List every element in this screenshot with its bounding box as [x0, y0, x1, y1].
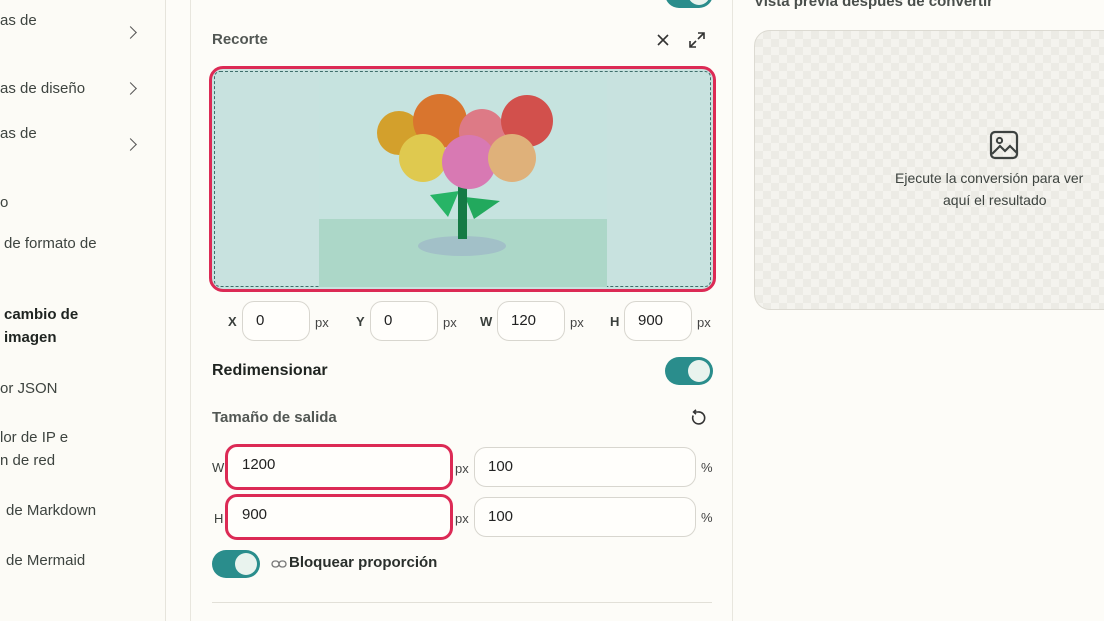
output-width-px-input[interactable]: 1200	[225, 444, 453, 490]
preview-area: Ejecute la conversión para ver aquí el r…	[754, 30, 1104, 310]
chevron-right-icon	[124, 26, 137, 39]
sidebar-item-label: de formato de	[4, 235, 97, 252]
crop-title: Recorte	[212, 31, 268, 48]
link-icon	[271, 557, 287, 569]
sidebar-item-9[interactable]: de Markdown	[6, 499, 96, 522]
crop-y-input[interactable]: 0	[370, 301, 438, 341]
width-px-unit: px	[455, 461, 469, 476]
sidebar-item-8[interactable]: lor de IP e n de red	[0, 426, 68, 472]
top-toggle[interactable]	[665, 0, 713, 8]
sidebar-item-label: de Mermaid	[6, 552, 86, 569]
image-icon	[989, 130, 1019, 160]
crop-w-axis-label: W	[480, 314, 493, 329]
crop-x-unit: px	[315, 315, 329, 330]
resize-toggle[interactable]	[665, 357, 713, 385]
flower-image	[319, 73, 607, 287]
sidebar-item-4[interactable]: o	[0, 191, 8, 214]
reset-icon[interactable]	[689, 409, 707, 427]
crop-w-input[interactable]: 120	[497, 301, 565, 341]
lock-ratio-label: Bloquear proporción	[289, 554, 438, 571]
output-width-percent-input[interactable]: 100	[474, 447, 696, 487]
sidebar-item-7[interactable]: or JSON	[0, 377, 58, 400]
sidebar-item-label: lor de IP e	[0, 429, 69, 446]
width-axis-label: W	[212, 460, 225, 475]
crop-h-axis-label: H	[610, 314, 620, 329]
chevron-right-icon	[124, 138, 137, 151]
sidebar-item-1[interactable]: as de	[0, 9, 37, 32]
sidebar-item-label: o	[0, 194, 9, 211]
crop-area[interactable]	[209, 66, 716, 292]
width-percent-unit: %	[701, 460, 713, 475]
crop-y-axis-label: Y	[356, 314, 365, 329]
crop-h-input[interactable]: 900	[624, 301, 692, 341]
crop-h-unit: px	[697, 315, 711, 330]
sidebar-item-6-active[interactable]: cambio de imagen	[4, 303, 78, 349]
output-size-title: Tamaño de salida	[212, 409, 337, 426]
preview-placeholder-line2: aquí el resultado	[943, 192, 1047, 208]
sidebar-item-label: imagen	[4, 329, 57, 346]
preview-placeholder-line1: Ejecute la conversión para ver	[895, 170, 1084, 186]
crop-x-input[interactable]: 0	[242, 301, 310, 341]
sidebar-item-5[interactable]: de formato de	[4, 232, 97, 255]
lock-ratio-toggle[interactable]	[212, 550, 260, 578]
expand-icon[interactable]	[688, 31, 706, 49]
output-height-px-input[interactable]: 900	[225, 494, 453, 540]
preview-title: Vista previa después de convertir	[754, 0, 993, 10]
resize-title: Redimensionar	[212, 362, 328, 379]
sidebar-item-label: or JSON	[0, 380, 58, 397]
sidebar: as de as de diseño as de o de formato de…	[0, 0, 166, 621]
toggle-knob	[688, 0, 710, 5]
sidebar-item-label: cambio de	[4, 306, 79, 323]
sidebar-item-10[interactable]: de Mermaid	[6, 549, 85, 572]
toggle-knob	[235, 553, 257, 575]
chevron-right-icon	[124, 82, 137, 95]
crop-y-unit: px	[443, 315, 457, 330]
divider	[212, 602, 712, 603]
sidebar-item-label: n de red	[0, 452, 56, 469]
sidebar-item-label: de Markdown	[6, 502, 97, 519]
crop-x-axis-label: X	[228, 314, 237, 329]
height-px-unit: px	[455, 511, 469, 526]
sidebar-item-label: as de diseño	[0, 80, 86, 97]
sidebar-item-2[interactable]: as de diseño	[0, 77, 85, 100]
output-height-percent-input[interactable]: 100	[474, 497, 696, 537]
toggle-knob	[688, 360, 710, 382]
sidebar-item-label: as de	[0, 125, 37, 142]
sidebar-item-label: as de	[0, 12, 37, 29]
height-percent-unit: %	[701, 510, 713, 525]
height-axis-label: H	[214, 511, 224, 526]
close-icon[interactable]	[655, 32, 671, 48]
settings-panel: Recorte X 0 px Y 0 px W 120 px H 900 px …	[190, 0, 733, 621]
crop-w-unit: px	[570, 315, 584, 330]
sidebar-item-3[interactable]: as de	[0, 122, 37, 145]
